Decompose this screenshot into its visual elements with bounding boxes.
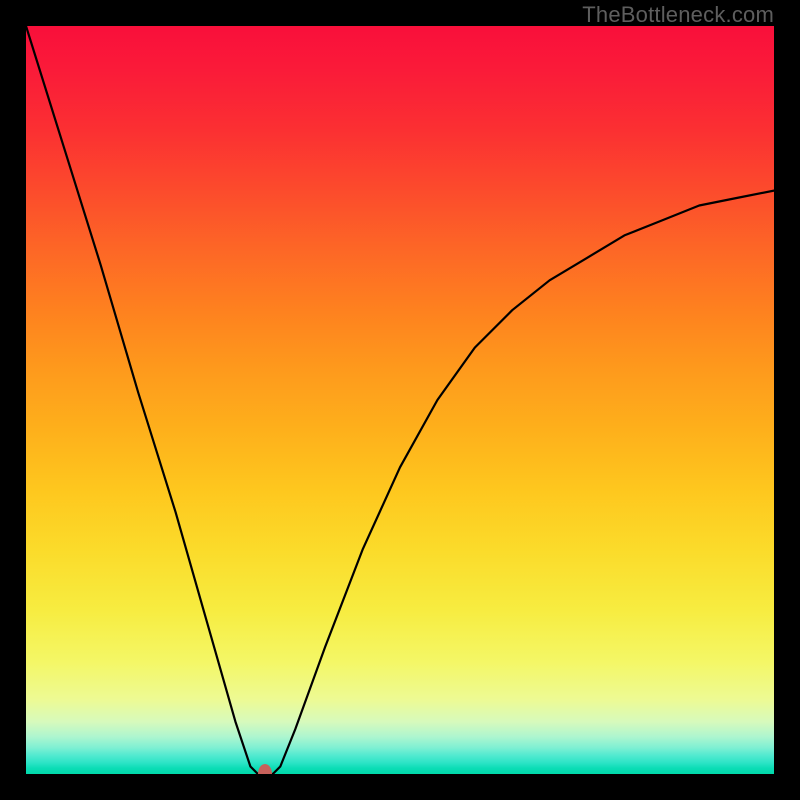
plot-area bbox=[26, 26, 774, 774]
chart-container: TheBottleneck.com bbox=[0, 0, 800, 800]
curve-svg bbox=[26, 26, 774, 774]
bottleneck-curve bbox=[26, 26, 774, 774]
watermark-text: TheBottleneck.com bbox=[582, 2, 774, 28]
